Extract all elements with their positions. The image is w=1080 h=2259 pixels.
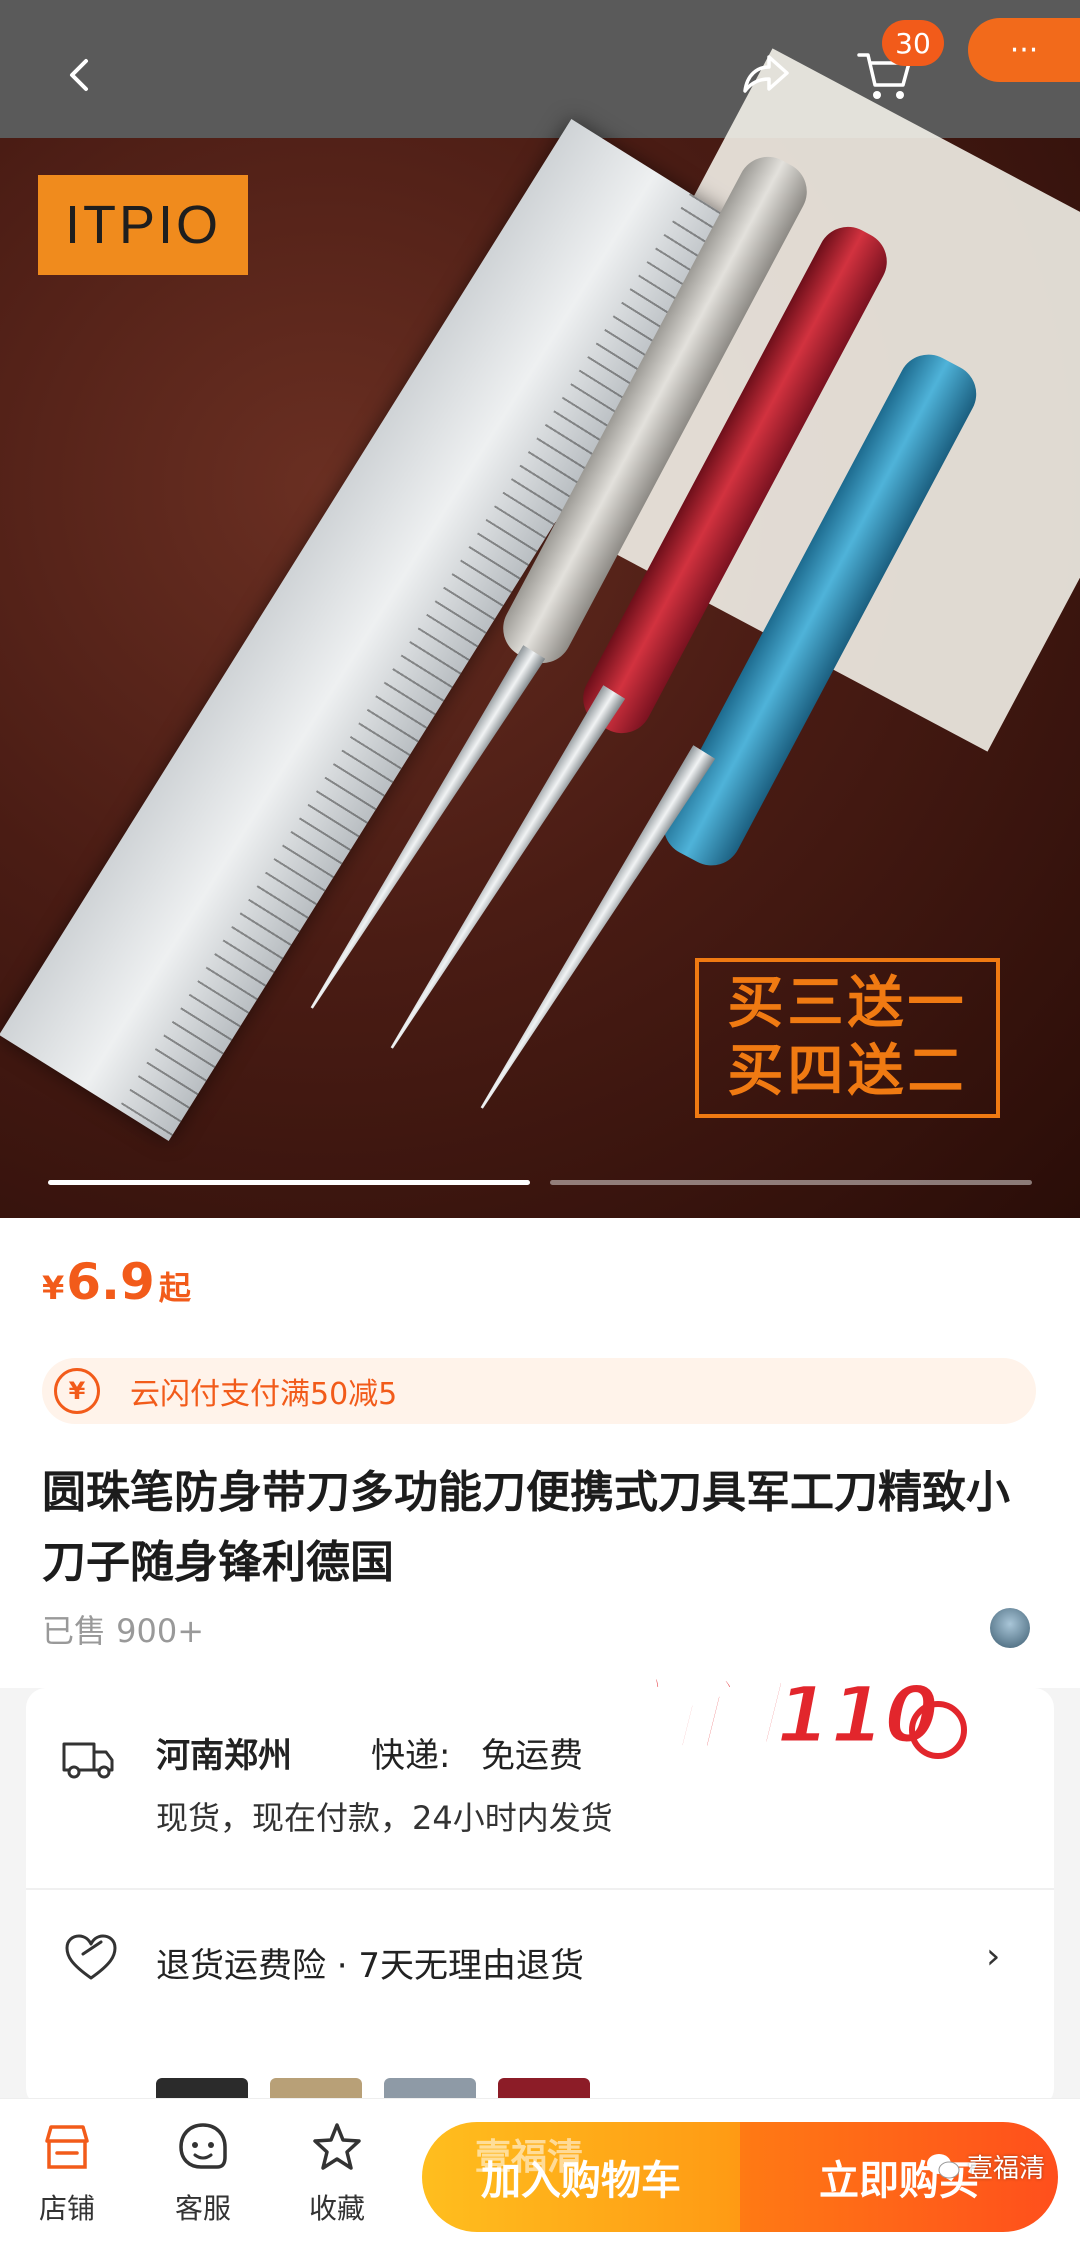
star-icon: [313, 2123, 361, 2170]
price-currency: ¥: [42, 1269, 65, 1307]
wechat-icon: [927, 2153, 960, 2178]
chat-face-icon: [179, 2123, 227, 2169]
promo-box: 买三送一 买四送二: [695, 958, 1000, 1118]
share-button[interactable]: [725, 35, 805, 115]
sold-count: 已售 900+: [42, 1612, 205, 1650]
chevron-left-icon: [70, 59, 88, 91]
store-icon: [45, 2125, 89, 2169]
carousel-indicator: [550, 1180, 1032, 1185]
shipping-note: 现货，现在付款，24小时内发货: [156, 1799, 613, 1837]
watermark-logo-text: 新闻110: [620, 1671, 939, 1761]
yen-coupon-icon: ¥: [54, 1368, 100, 1414]
product-title: 圆珠笔防身带刀多功能刀便携式刀具军工刀精致小刀子随身锋利德国: [42, 1467, 1010, 1588]
truck-icon: [62, 1742, 114, 1779]
store-button[interactable]: 店铺: [12, 2119, 122, 2227]
brand-badge: ITPIO: [38, 175, 248, 275]
price-value: 6.9: [66, 1253, 155, 1311]
coupon-text: 云闪付支付满50减5: [130, 1377, 398, 1412]
price: ¥ 6.9 起: [42, 1253, 191, 1311]
customer-service-label: 客服: [174, 2192, 231, 2225]
shipping-fee: 免运费: [481, 1736, 583, 1776]
ship-from-location: 河南郑州: [156, 1736, 292, 1776]
cart-count-badge: 30: [882, 20, 944, 66]
watermark-account: 壹福清: [925, 2148, 1045, 2185]
store-label: 店铺: [38, 2192, 95, 2225]
coupon-banner[interactable]: ¥ 云闪付支付满50减5: [42, 1358, 1036, 1424]
watermark-faint-text: 壹福清: [475, 2137, 584, 2178]
news110-watermark-logo: 新闻110 NEWS 110: [619, 1670, 967, 1777]
favorite-button[interactable]: 收藏: [282, 2119, 392, 2227]
carousel-indicator-active: [48, 1180, 530, 1185]
returns-policy: 退货运费险 · 7天无理由退货: [156, 1946, 585, 1986]
promo-line-1: 买三送一: [727, 971, 968, 1036]
shipping-label: 快递:: [371, 1736, 451, 1776]
watermark-account-name: 壹福清: [967, 2154, 1046, 2184]
share-icon: [743, 55, 789, 93]
back-button[interactable]: [45, 40, 115, 110]
blade-image: [471, 745, 716, 1115]
more-button[interactable]: ···: [968, 18, 1080, 82]
chevron-right-icon: ›: [986, 1936, 1001, 1977]
customer-service-button[interactable]: 客服: [148, 2119, 258, 2227]
promo-line-2: 买四送二: [727, 1039, 968, 1104]
favorite-label: 收藏: [308, 2192, 365, 2225]
price-suffix: 起: [158, 1269, 191, 1307]
avatar[interactable]: [990, 1608, 1030, 1648]
heart-shield-icon: [65, 1934, 117, 1980]
product-image-carousel[interactable]: ITPIO 买三送一 买四送二: [0, 0, 1080, 1218]
watermark-logo-sub: NEWS 110: [760, 1753, 865, 1777]
divider: [26, 1888, 1054, 1890]
